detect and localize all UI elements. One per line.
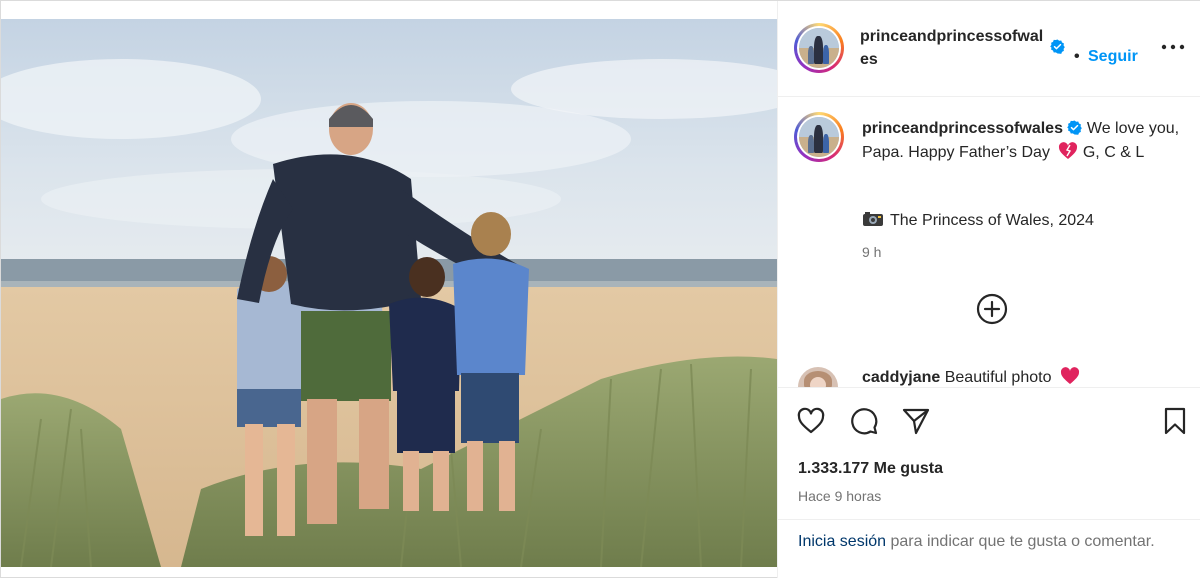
follow-button[interactable]: Seguir bbox=[1088, 48, 1138, 66]
camera-icon bbox=[863, 212, 883, 226]
caption-signature: G, C & L bbox=[1082, 144, 1145, 161]
post-timestamp[interactable]: Hace 9 horas bbox=[798, 488, 881, 504]
login-prompt-rest: para indicar que te gusta o comentar. bbox=[890, 533, 1155, 550]
post-actions: 1.333.177 Me gusta Hace 9 horas bbox=[778, 387, 1200, 519]
caption-username[interactable]: princeandprincessofwales bbox=[862, 120, 1063, 137]
like-count[interactable]: 1.333.177 Me gusta bbox=[798, 460, 943, 478]
comment-text: caddyjane Beautiful photo bbox=[862, 367, 1080, 387]
add-circle-icon[interactable] bbox=[976, 293, 1008, 325]
photo-credit-text: The Princess of Wales, 2024 bbox=[890, 212, 1094, 229]
author-username[interactable]: princeandprincessofwales bbox=[860, 25, 1046, 71]
red-heart-emoji-icon bbox=[1060, 367, 1079, 384]
verified-badge-icon bbox=[1050, 39, 1065, 54]
caption-text: princeandprincessofwales We love you, Pa… bbox=[862, 117, 1182, 165]
login-prompt: Inicia sesión para indicar que te gusta … bbox=[778, 519, 1200, 578]
instagram-post: princeandprincessofwales • Seguir prince… bbox=[0, 0, 1200, 578]
comment-bubble-icon[interactable] bbox=[849, 406, 879, 436]
post-side-panel: princeandprincessofwales • Seguir prince… bbox=[777, 1, 1200, 578]
more-horizontal-icon[interactable] bbox=[1158, 35, 1188, 59]
comment-row: caddyjane Beautiful photo bbox=[778, 361, 1200, 387]
comment-message: Beautiful photo bbox=[944, 369, 1052, 386]
commenter-avatar[interactable] bbox=[798, 367, 838, 387]
post-caption: princeandprincessofwales We love you, Pa… bbox=[778, 97, 1200, 387]
author-avatar[interactable] bbox=[794, 23, 844, 73]
commenter-username[interactable]: caddyjane bbox=[862, 369, 940, 386]
paper-plane-icon[interactable] bbox=[901, 406, 931, 436]
login-link[interactable]: Inicia sesión bbox=[798, 533, 886, 550]
verified-badge-icon bbox=[1067, 120, 1083, 135]
post-photo[interactable] bbox=[1, 19, 777, 567]
bookmark-icon[interactable] bbox=[1160, 406, 1190, 436]
heart-emoji-icon bbox=[1059, 142, 1078, 159]
caption-timestamp[interactable]: 9 h bbox=[862, 244, 881, 260]
post-header: princeandprincessofwales • Seguir bbox=[778, 1, 1200, 97]
follow-separator: • bbox=[1074, 48, 1080, 65]
photo-credit: The Princess of Wales, 2024 bbox=[862, 209, 1094, 233]
heart-outline-icon[interactable] bbox=[796, 406, 826, 436]
caption-avatar[interactable] bbox=[794, 112, 844, 162]
login-prompt-text: Inicia sesión para indicar que te gusta … bbox=[798, 530, 1158, 554]
